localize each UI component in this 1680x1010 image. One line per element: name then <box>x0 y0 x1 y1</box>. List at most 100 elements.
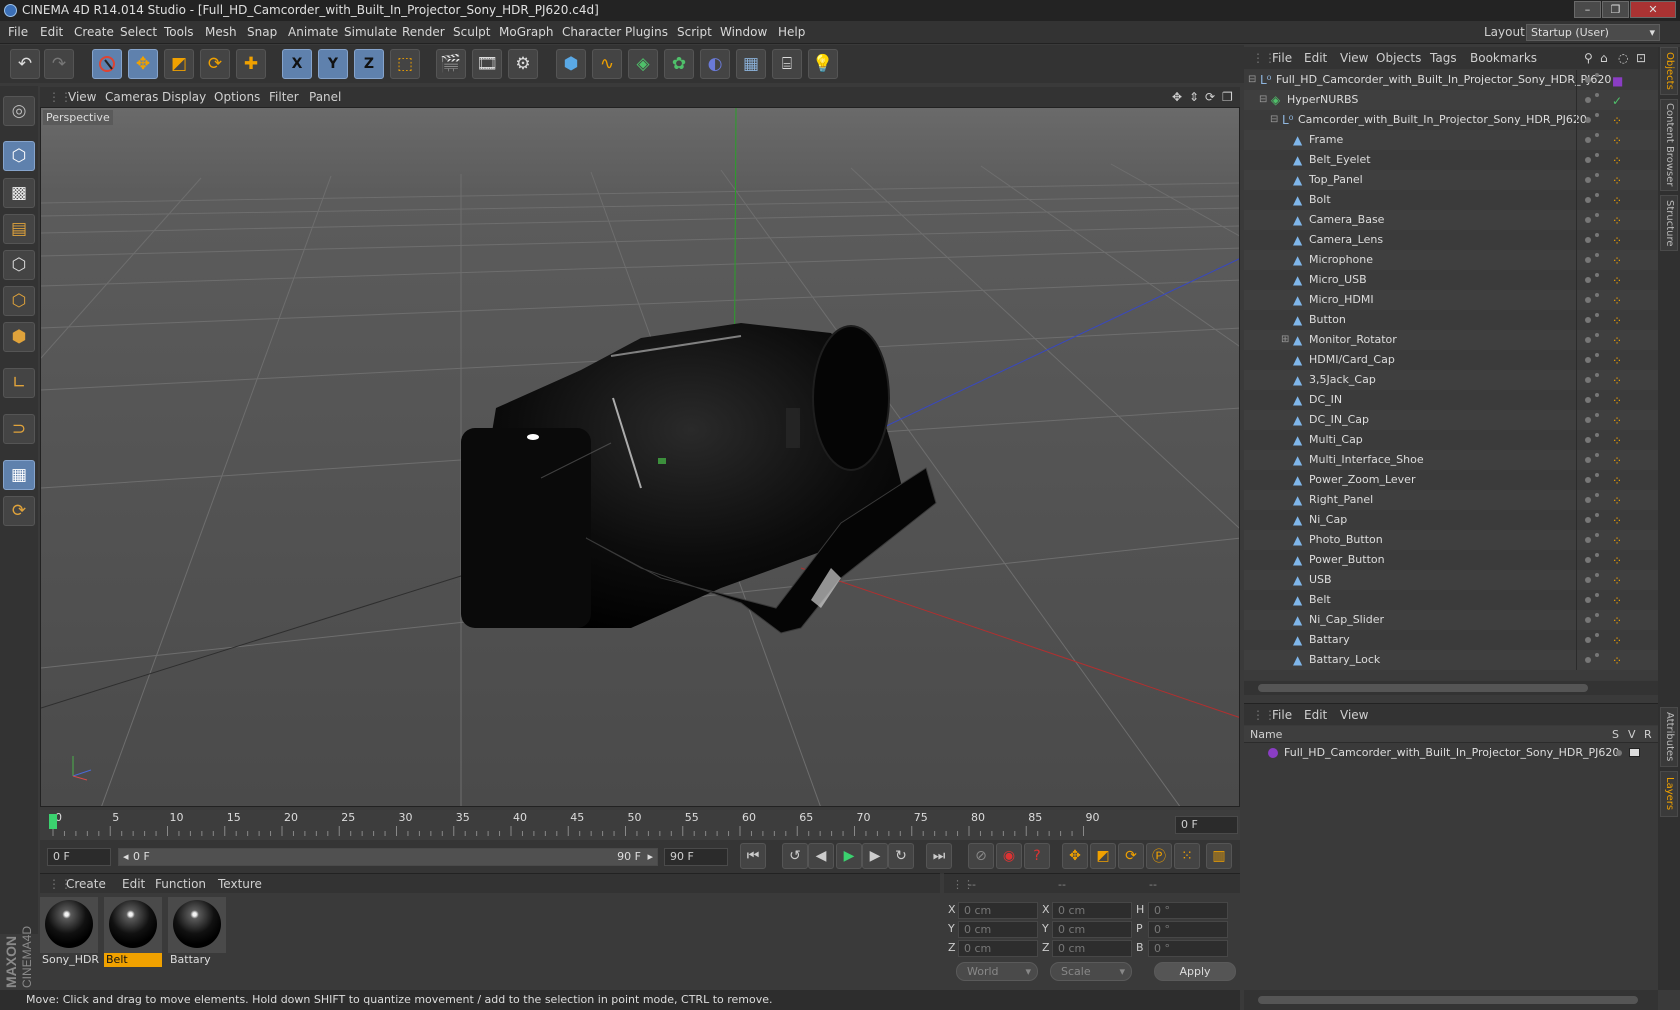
object-row[interactable]: ▲ Multi_Interface_Shoe ⁘ <box>1244 450 1658 470</box>
viewport-menu-view[interactable]: View <box>68 87 96 107</box>
editor-visibility-dot[interactable] <box>1585 297 1591 303</box>
play-icon[interactable]: ▶ <box>836 843 862 869</box>
zoom-view-icon[interactable]: ⇕ <box>1189 87 1199 107</box>
render-visibility-dot[interactable] <box>1595 273 1599 277</box>
planar-workplane-icon[interactable]: ⟳ <box>3 496 35 526</box>
material-swatch[interactable]: Battary <box>168 897 226 967</box>
editor-visibility-dot[interactable] <box>1585 277 1591 283</box>
material-tag-icon[interactable]: ⁘ <box>1612 271 1622 291</box>
editor-visibility-dot[interactable] <box>1585 557 1591 563</box>
apply-button[interactable]: Apply <box>1154 962 1236 981</box>
object-row[interactable]: ▲ Power_Zoom_Lever ⁘ <box>1244 470 1658 490</box>
material-tag-icon[interactable]: ⁘ <box>1612 491 1622 511</box>
y-axis-icon[interactable]: Y <box>318 49 348 79</box>
render-visibility-dot[interactable] <box>1595 233 1599 237</box>
render-visibility-dot[interactable] <box>1595 393 1599 397</box>
editor-visibility-dot[interactable] <box>1585 157 1591 163</box>
material-menu-texture[interactable]: Texture <box>218 874 262 894</box>
render-visibility-dot[interactable] <box>1595 653 1599 657</box>
object-row[interactable]: ▲ Microphone ⁘ <box>1244 250 1658 270</box>
view-lock-icon[interactable]: ◌ <box>1618 47 1628 69</box>
render-visibility-dot[interactable] <box>1595 73 1599 77</box>
position-z-field[interactable]: 0 cm <box>958 940 1038 957</box>
home-icon[interactable]: ⌂ <box>1600 47 1608 69</box>
rotation-p-field[interactable]: 0 ° <box>1148 921 1228 938</box>
material-tag-icon[interactable]: ⁘ <box>1612 571 1622 591</box>
editor-visibility-dot[interactable] <box>1585 537 1591 543</box>
object-row[interactable]: ▲ Top_Panel ⁘ <box>1244 170 1658 190</box>
menu-tools[interactable]: Tools <box>164 21 194 44</box>
render-visibility-dot[interactable] <box>1595 153 1599 157</box>
key-parameter-icon[interactable]: Ⓟ <box>1146 843 1172 869</box>
floor-icon[interactable]: ▦ <box>736 49 766 79</box>
object-row[interactable]: ▲ Right_Panel ⁘ <box>1244 490 1658 510</box>
object-menu-file[interactable]: File <box>1272 47 1292 69</box>
new-manager-icon[interactable]: ⊡ <box>1636 47 1646 69</box>
menu-mesh[interactable]: Mesh <box>205 21 237 44</box>
current-frame-field[interactable]: 0 F <box>47 848 111 866</box>
editor-visibility-dot[interactable] <box>1585 337 1591 343</box>
key-position-icon[interactable]: ✥ <box>1062 843 1088 869</box>
editor-visibility-dot[interactable] <box>1585 137 1591 143</box>
render-visibility-dot[interactable] <box>1595 253 1599 257</box>
position-x-field[interactable]: 0 cm <box>958 902 1038 919</box>
size-z-field[interactable]: 0 cm <box>1052 940 1132 957</box>
expand-toggle-icon[interactable]: ⊟ <box>1248 70 1256 90</box>
layer-menu-edit[interactable]: Edit <box>1304 704 1327 726</box>
polygons-mode-icon[interactable]: ⬢ <box>3 322 35 352</box>
rotate-icon[interactable]: ⟳ <box>200 49 230 79</box>
undo-icon[interactable]: ↶ <box>10 49 40 79</box>
object-row[interactable]: ⊟ L⁰ Camcorder_with_Built_In_Projector_Son… <box>1244 110 1658 130</box>
render-visibility-dot[interactable] <box>1595 293 1599 297</box>
menu-script[interactable]: Script <box>677 21 712 44</box>
close-button[interactable]: ✕ <box>1630 1 1676 18</box>
model-mode-icon[interactable]: ◎ <box>3 96 35 126</box>
material-tag-icon[interactable]: ⁘ <box>1612 451 1622 471</box>
menu-plugins[interactable]: Plugins <box>625 21 668 44</box>
transform-mode-dropdown[interactable]: Scale ▾ <box>1050 962 1132 981</box>
editor-visibility-dot[interactable] <box>1585 457 1591 463</box>
render-visibility-dot[interactable] <box>1595 193 1599 197</box>
render-view-icon[interactable]: 🎬 <box>436 49 466 79</box>
object-row[interactable]: ▲ Micro_USB ⁘ <box>1244 270 1658 290</box>
object-row[interactable]: ▲ Battary ⁘ <box>1244 630 1658 650</box>
rotation-h-field[interactable]: 0 ° <box>1148 902 1228 919</box>
object-row[interactable]: ▲ HDMI/Card_Cap ⁘ <box>1244 350 1658 370</box>
object-row[interactable]: ▲ Frame ⁘ <box>1244 130 1658 150</box>
object-row[interactable]: ⊞ ▲ Monitor_Rotator ⁘ <box>1244 330 1658 350</box>
material-tag-icon[interactable]: ⁘ <box>1612 431 1622 451</box>
editor-visibility-dot[interactable] <box>1585 417 1591 423</box>
render-picture-viewer-icon[interactable]: 🎞 <box>472 49 502 79</box>
material-tag-icon[interactable]: ⁘ <box>1612 611 1622 631</box>
object-row[interactable]: ▲ Multi_Cap ⁘ <box>1244 430 1658 450</box>
cube-icon[interactable]: ⬢ <box>556 49 586 79</box>
size-y-field[interactable]: 0 cm <box>1052 921 1132 938</box>
render-visibility-dot[interactable] <box>1595 113 1599 117</box>
previous-frame-icon[interactable]: ◀ <box>808 843 834 869</box>
editor-visibility-dot[interactable] <box>1585 257 1591 263</box>
array-icon[interactable]: ✿ <box>664 49 694 79</box>
material-menu-function[interactable]: Function <box>155 874 206 894</box>
render-visibility-dot[interactable] <box>1595 213 1599 217</box>
render-visibility-dot[interactable] <box>1595 513 1599 517</box>
points-mode-icon[interactable]: ⬡ <box>3 250 35 280</box>
material-tag-icon[interactable]: ⁘ <box>1612 131 1622 151</box>
material-tag-icon[interactable]: ⁘ <box>1612 591 1622 611</box>
object-list-scrollbar[interactable] <box>1244 681 1658 695</box>
nurbs-icon[interactable]: ◈ <box>628 49 658 79</box>
material-tag-icon[interactable]: ⁘ <box>1612 411 1622 431</box>
viewport-menu-cameras[interactable]: Cameras <box>105 87 158 107</box>
object-menu-bookmarks[interactable]: Bookmarks <box>1470 47 1537 69</box>
minimize-button[interactable]: – <box>1574 1 1601 18</box>
material-swatch[interactable]: Sony_HDR <box>40 897 99 967</box>
object-row[interactable]: ▲ Camera_Base ⁘ <box>1244 210 1658 230</box>
expand-toggle-icon[interactable]: ⊟ <box>1259 90 1267 110</box>
object-row[interactable]: ▲ Bolt ⁘ <box>1244 190 1658 210</box>
light-icon[interactable]: 💡 <box>808 49 838 79</box>
render-visibility-dot[interactable] <box>1595 93 1599 97</box>
layer-row[interactable]: Full_HD_Camcorder_with_Built_In_Projecto… <box>1244 743 1658 763</box>
object-mode-icon[interactable]: ⬡ <box>3 141 35 171</box>
timeline-ruler[interactable]: 0 5 10 15 20 25 30 35 40 45 50 55 60 65 70 75 80 85 90 0 F <box>40 810 1240 840</box>
position-y-field[interactable]: 0 cm <box>958 921 1038 938</box>
key-rotation-icon[interactable]: ⟳ <box>1118 843 1144 869</box>
